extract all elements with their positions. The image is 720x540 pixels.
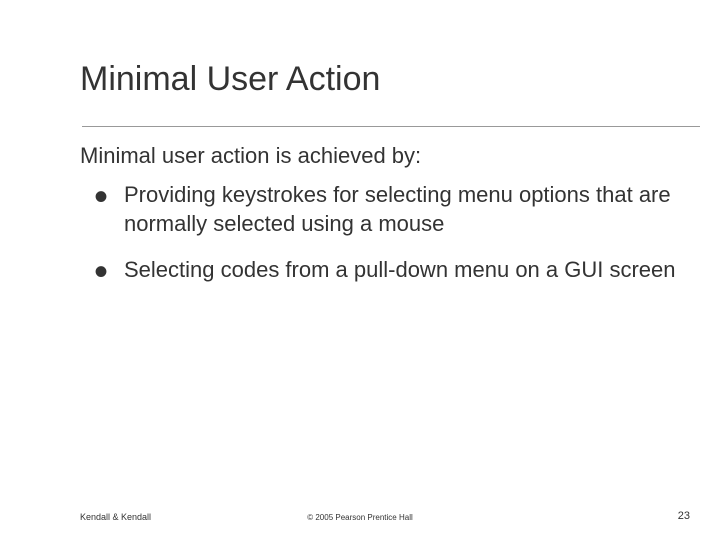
footer-copyright: © 2005 Pearson Prentice Hall bbox=[307, 513, 413, 522]
footer-page-number: 23 bbox=[678, 510, 690, 522]
slide-subtitle: Minimal user action is achieved by: bbox=[80, 143, 680, 169]
slide-container: Minimal User Action Minimal user action … bbox=[0, 0, 720, 540]
bullet-list: Providing keystrokes for selecting menu … bbox=[80, 181, 680, 285]
footer-author: Kendall & Kendall bbox=[80, 512, 151, 522]
title-divider bbox=[82, 126, 700, 127]
slide-title: Minimal User Action bbox=[80, 60, 680, 99]
bullet-text: Providing keystrokes for selecting menu … bbox=[124, 182, 671, 236]
bullet-item: Providing keystrokes for selecting menu … bbox=[88, 181, 680, 238]
bullet-item: Selecting codes from a pull-down menu on… bbox=[88, 256, 680, 285]
bullet-text: Selecting codes from a pull-down menu on… bbox=[124, 257, 676, 282]
